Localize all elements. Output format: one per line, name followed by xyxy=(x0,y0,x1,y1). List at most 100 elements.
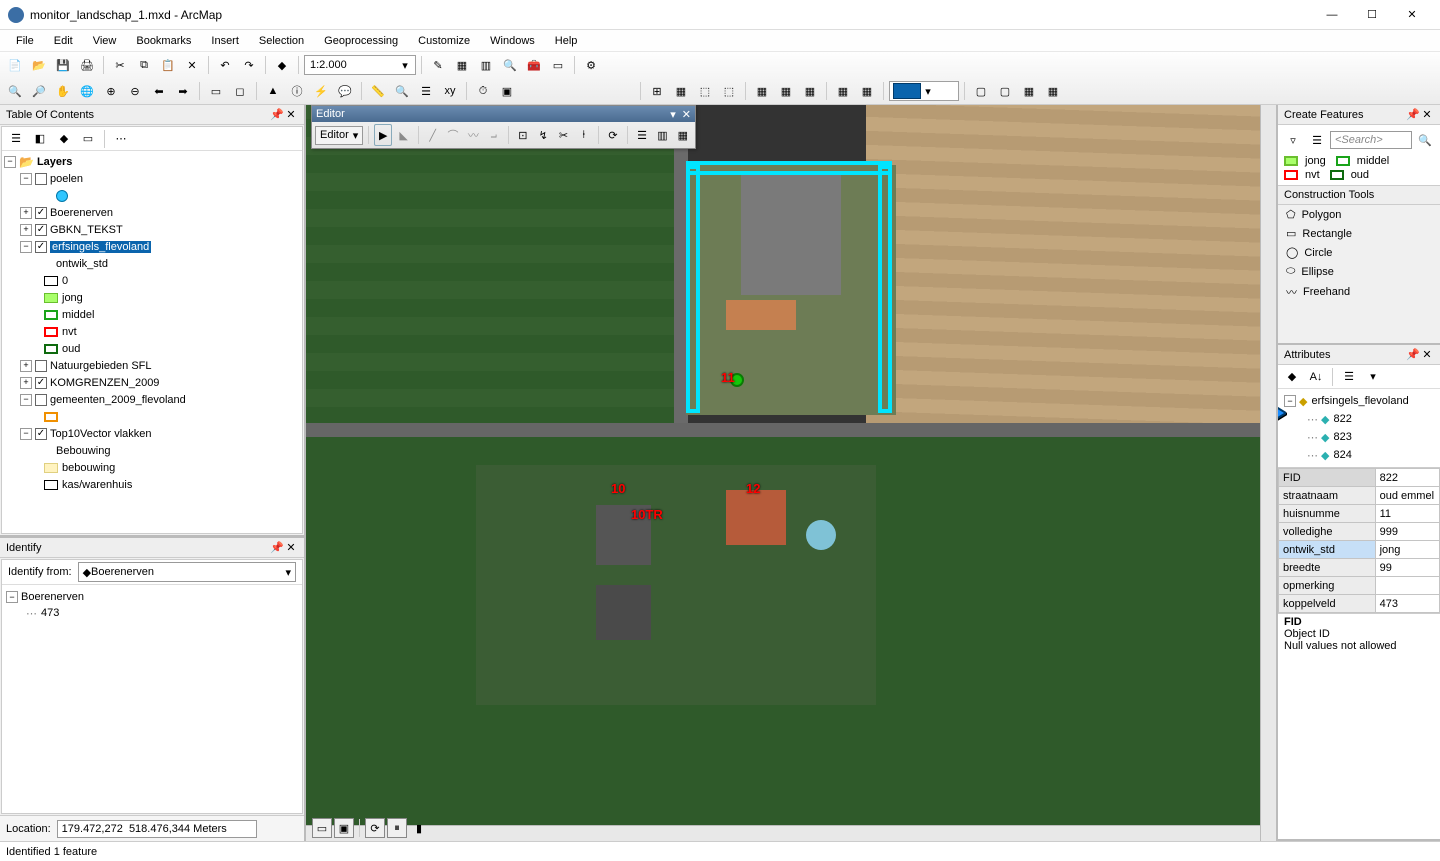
pin-icon[interactable]: 📌 xyxy=(1406,348,1420,362)
expander-icon[interactable]: − xyxy=(6,591,18,603)
goto-xy-icon[interactable]: xy xyxy=(439,80,461,102)
attr-filter-icon[interactable]: ☰ xyxy=(1338,366,1360,388)
sketch-properties-icon[interactable]: ▥ xyxy=(653,124,671,146)
attr-feature-row[interactable]: ⋯◆824 xyxy=(1278,446,1440,464)
expander-icon[interactable]: − xyxy=(20,394,32,406)
hyperlink-icon[interactable]: ⚡ xyxy=(310,80,332,102)
labeling-icon[interactable]: ▦ xyxy=(832,80,854,102)
attributes-icon[interactable]: ☰ xyxy=(633,124,651,146)
highlight-combo[interactable]: ▾ xyxy=(889,81,959,101)
edit-tool-icon[interactable]: ▶ xyxy=(374,124,392,146)
chevron-down-icon[interactable]: ▾ xyxy=(285,566,291,579)
save-icon[interactable]: 💾 xyxy=(52,54,74,76)
attr-field-name[interactable]: ontwik_std xyxy=(1279,541,1376,559)
trace-icon[interactable]: 〰 xyxy=(464,124,482,146)
editor-menu[interactable]: Editor▾ xyxy=(315,126,363,145)
toc-item[interactable]: +KOMGRENZEN_2009 xyxy=(2,374,302,391)
menu-selection[interactable]: Selection xyxy=(249,33,314,49)
endpoint-arc-icon[interactable]: ⌒ xyxy=(444,124,462,146)
snapping-icon[interactable]: ⊞ xyxy=(646,80,668,102)
search-input[interactable]: <Search> xyxy=(1330,131,1412,149)
redo-icon[interactable]: ↷ xyxy=(238,54,260,76)
clear-selection-icon[interactable]: ◻ xyxy=(229,80,251,102)
construction-tool-ellipse[interactable]: ⬭Ellipse xyxy=(1278,262,1440,281)
toc-root[interactable]: − 📂 Layers xyxy=(2,153,302,170)
right-angle-icon[interactable]: ⨼ xyxy=(485,124,503,146)
pin-icon[interactable]: 📌 xyxy=(1406,108,1420,122)
attr-field-value[interactable]: 822 xyxy=(1375,469,1439,487)
pin-icon[interactable]: 📌 xyxy=(270,541,284,555)
checkbox[interactable] xyxy=(35,360,47,372)
list-by-drawing-icon[interactable]: ☰ xyxy=(5,128,27,150)
attr-feature-row[interactable]: ⋯◆822 xyxy=(1278,410,1440,428)
construction-tool-rectangle[interactable]: ▭Rectangle xyxy=(1278,224,1440,243)
open-icon[interactable]: 📂 xyxy=(28,54,50,76)
construction-tools[interactable]: ⬠Polygon▭Rectangle◯Circle⬭Ellipse〰Freeha… xyxy=(1278,205,1440,303)
checkbox[interactable] xyxy=(35,207,47,219)
toc-body[interactable]: ☰ ◧ ◆ ▭ ⋯ − 📂 Layers −poelen+Boerenerven… xyxy=(1,126,303,534)
attr-field-value[interactable] xyxy=(1375,577,1439,595)
layout-view-button[interactable]: ▣ xyxy=(334,818,354,838)
create-viewer-icon[interactable]: ▣ xyxy=(496,80,518,102)
construction-tool-circle[interactable]: ◯Circle xyxy=(1278,243,1440,262)
template-item[interactable]: nvt xyxy=(1284,169,1320,181)
new-doc-icon[interactable]: 📄 xyxy=(4,54,26,76)
maximize-button[interactable]: ☐ xyxy=(1352,1,1392,29)
expander-icon[interactable]: − xyxy=(20,428,32,440)
group-icon[interactable]: ☰ xyxy=(1306,129,1328,151)
effects5-icon[interactable]: ▦ xyxy=(1042,80,1064,102)
template-item[interactable]: jong xyxy=(1284,155,1326,167)
attr-field-name[interactable]: koppelveld xyxy=(1279,595,1376,613)
toc-icon[interactable]: ▦ xyxy=(451,54,473,76)
attr-field-value[interactable]: 473 xyxy=(1375,595,1439,613)
editor-toolbar-icon[interactable]: ✎ xyxy=(427,54,449,76)
identify-tree[interactable]: −Boerenerven ⋯473 xyxy=(2,584,302,813)
close-icon[interactable]: ✕ xyxy=(284,108,298,122)
toc-item[interactable]: ontwik_std xyxy=(2,255,302,272)
map-scrollbar-vertical[interactable] xyxy=(1260,105,1276,841)
chevron-down-icon[interactable]: ▾ xyxy=(398,59,412,72)
menu-view[interactable]: View xyxy=(83,33,127,49)
menu-customize[interactable]: Customize xyxy=(408,33,480,49)
model-icon[interactable]: ⚙ xyxy=(580,54,602,76)
filter-icon[interactable]: ▿ xyxy=(1282,129,1304,151)
expander-icon[interactable]: + xyxy=(20,207,32,219)
cut-polygons-icon[interactable]: ✂ xyxy=(554,124,572,146)
toc-item[interactable] xyxy=(2,187,302,204)
list-by-visibility-icon[interactable]: ◆ xyxy=(53,128,75,150)
toc-item[interactable]: −poelen xyxy=(2,170,302,187)
attr-field-name[interactable]: straatnaam xyxy=(1279,487,1376,505)
measure-icon[interactable]: 📏 xyxy=(367,80,389,102)
attr-options-icon[interactable]: ▾ xyxy=(1362,366,1384,388)
delete-icon[interactable]: ✕ xyxy=(181,54,203,76)
toc-item[interactable] xyxy=(2,408,302,425)
html-popup-icon[interactable]: 💬 xyxy=(334,80,356,102)
expander-icon[interactable]: + xyxy=(20,224,32,236)
select-elements-icon[interactable]: ▲ xyxy=(262,80,284,102)
effects2-icon[interactable]: ▦ xyxy=(775,80,797,102)
toc-item[interactable]: nvt xyxy=(2,323,302,340)
attribute-grid[interactable]: FID822straatnaamoud emmelhuisnumme11voll… xyxy=(1278,467,1440,613)
construction-tool-freehand[interactable]: 〰Freehand xyxy=(1278,281,1440,303)
zoom-out-icon[interactable]: 🔎 xyxy=(28,80,50,102)
template-item[interactable]: middel xyxy=(1336,155,1389,167)
menu-windows[interactable]: Windows xyxy=(480,33,545,49)
construction-tool-polygon[interactable]: ⬠Polygon xyxy=(1278,205,1440,224)
search-icon[interactable]: 🔍 xyxy=(499,54,521,76)
attr-layer-row[interactable]: − ◆ erfsingels_flevoland xyxy=(1278,392,1440,410)
checkbox[interactable] xyxy=(35,224,47,236)
toc-item[interactable]: jong xyxy=(2,289,302,306)
identify-root[interactable]: Boerenerven xyxy=(21,591,84,603)
find-icon[interactable]: 🔍 xyxy=(391,80,413,102)
checkbox[interactable] xyxy=(35,394,47,406)
next-extent-icon[interactable]: ➡ xyxy=(172,80,194,102)
rotate-icon[interactable]: ⟳ xyxy=(604,124,622,146)
effects3-icon[interactable]: ▦ xyxy=(799,80,821,102)
menu-insert[interactable]: Insert xyxy=(201,33,249,49)
menu-bookmarks[interactable]: Bookmarks xyxy=(126,33,201,49)
expander-icon[interactable]: + xyxy=(20,360,32,372)
identify-from-combo[interactable]: ◆ Boerenerven ▾ xyxy=(78,562,296,582)
toc-item[interactable]: −erfsingels_flevoland xyxy=(2,238,302,255)
attr-field-value[interactable]: oud emmel xyxy=(1375,487,1439,505)
edit-annotation-icon[interactable]: ◣ xyxy=(394,124,412,146)
